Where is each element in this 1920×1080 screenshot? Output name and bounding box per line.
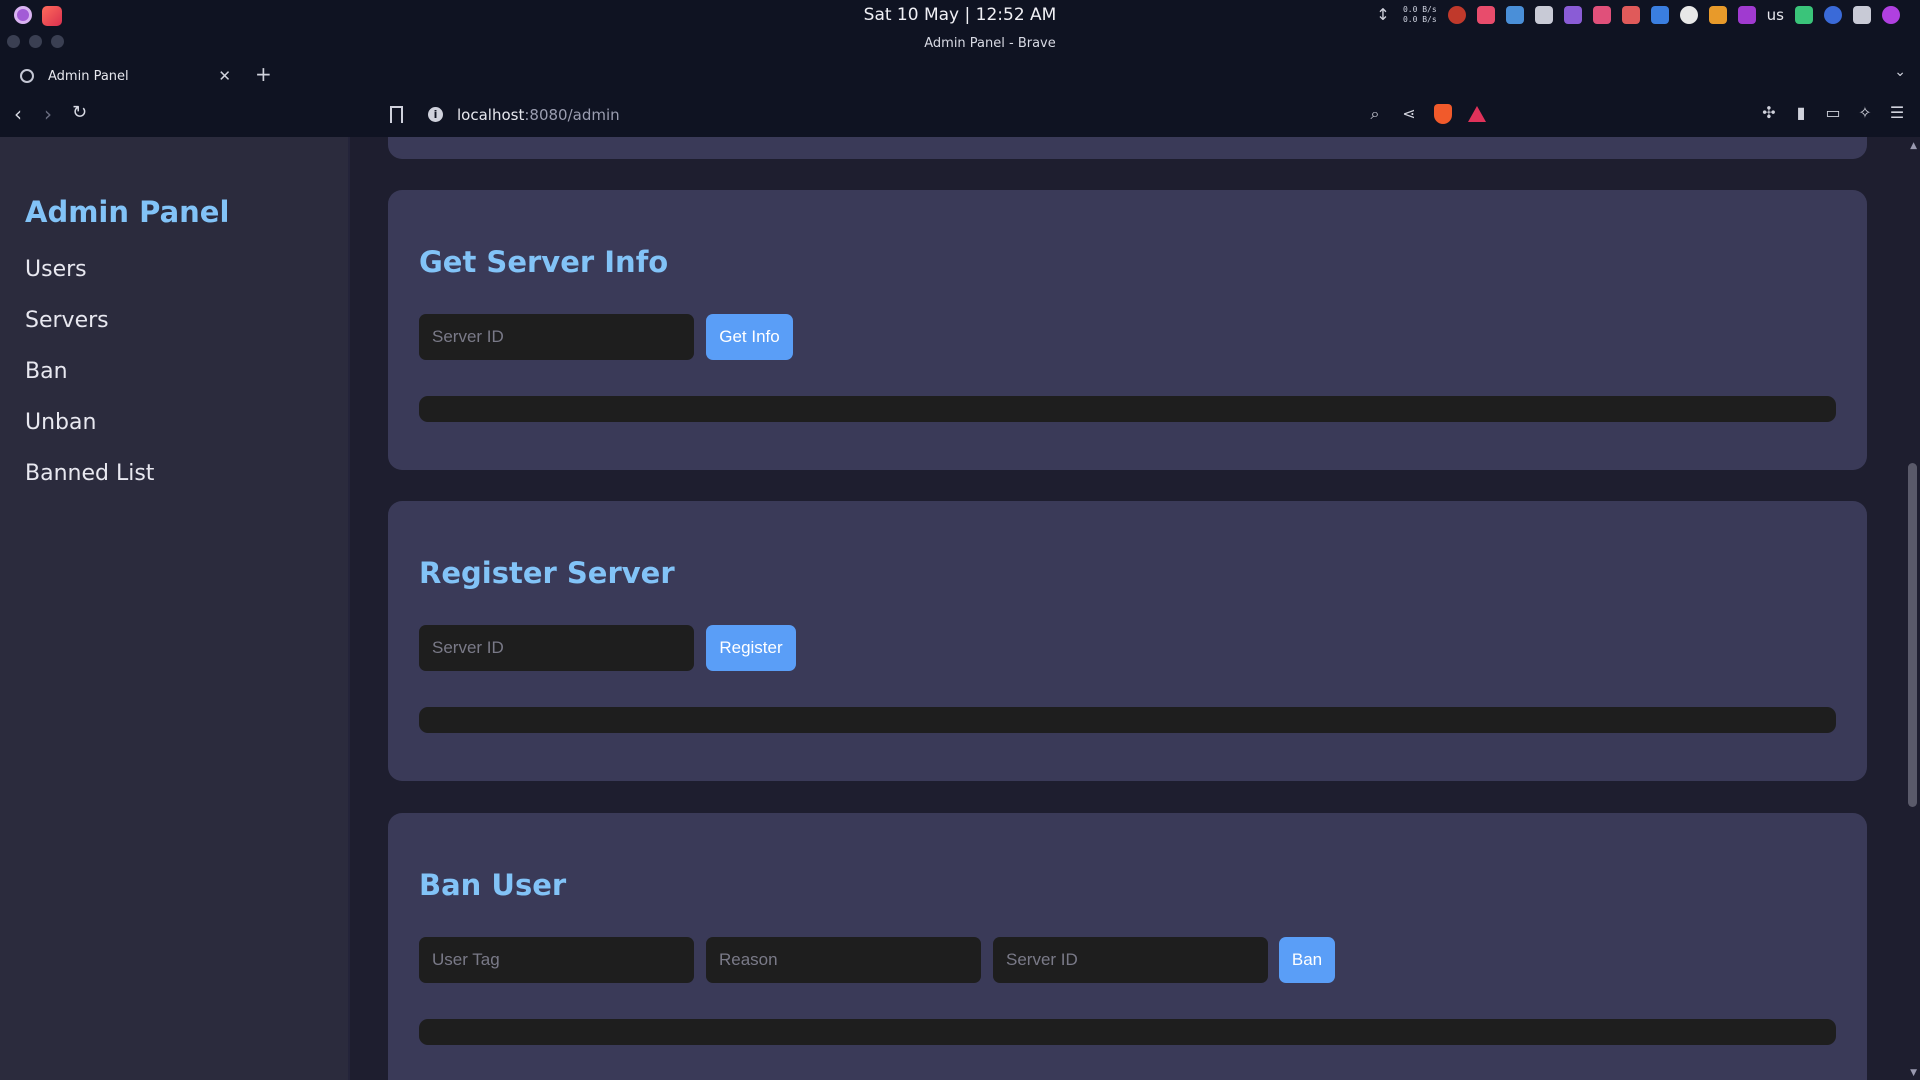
- sidebar-item-ban[interactable]: Ban: [25, 359, 68, 384]
- net-up-speed: 0.0 B/s: [1402, 5, 1437, 14]
- close-icon[interactable]: ✕: [218, 67, 231, 85]
- register-result: [419, 707, 1836, 733]
- page-scrollbar[interactable]: ▲ ▼: [1905, 137, 1920, 1080]
- url-host: localhost: [457, 106, 525, 124]
- network-speed: 0.0 B/s 0.0 B/s: [1403, 5, 1437, 25]
- tray-app-icon[interactable]: [1476, 6, 1495, 24]
- server-id-input[interactable]: [993, 937, 1268, 983]
- wallet-icon[interactable]: ▭: [1824, 104, 1842, 122]
- sidebar-item-servers[interactable]: Servers: [25, 308, 109, 333]
- media-player-icon[interactable]: [1708, 6, 1727, 24]
- sidebar-toggle-icon[interactable]: ▮: [1792, 104, 1810, 122]
- tray-utility-icon[interactable]: [1534, 6, 1553, 24]
- ban-result: [419, 1019, 1836, 1045]
- network-arrows-icon: ↕: [1376, 5, 1390, 24]
- power-icon[interactable]: [1882, 6, 1900, 24]
- window-title: Admin Panel - Brave: [924, 36, 1056, 51]
- url-field[interactable]: localhost:8080/admin: [457, 106, 620, 124]
- bookmark-icon[interactable]: [390, 106, 403, 123]
- card-title: Register Server: [419, 556, 675, 590]
- address-actions: ⌕ ⋖: [1366, 104, 1486, 124]
- zoom-icon[interactable]: ⌕: [1366, 105, 1384, 123]
- main-content: Get Server Info Get Info Register Server…: [350, 137, 1905, 1080]
- reason-input[interactable]: [706, 937, 981, 983]
- card-title: Get Server Info: [419, 245, 669, 279]
- brave-shields-icon[interactable]: [1434, 104, 1452, 124]
- server-info-result: [419, 396, 1836, 422]
- site-info-icon[interactable]: i: [428, 107, 443, 122]
- clipboard-icon[interactable]: [1563, 6, 1582, 24]
- card-get-server-info: Get Server Info Get Info: [388, 190, 1867, 470]
- chevron-down-icon[interactable]: ⌄: [1894, 64, 1906, 80]
- scroll-thumb[interactable]: [1908, 463, 1917, 807]
- new-tab-icon[interactable]: +: [255, 62, 272, 86]
- os-top-bar: Sat 10 May | 12:52 AM ↕ 0.0 B/s 0.0 B/s …: [0, 0, 1920, 32]
- forward-icon[interactable]: ›: [44, 102, 52, 126]
- leo-ai-icon[interactable]: ✧: [1856, 104, 1874, 122]
- pen-icon[interactable]: [1592, 6, 1611, 24]
- server-id-input[interactable]: [419, 314, 694, 360]
- menu-icon[interactable]: ☰: [1888, 104, 1906, 122]
- tab-admin-panel[interactable]: Admin Panel ✕: [8, 58, 243, 94]
- card-ban-user: Ban User Ban: [388, 813, 1867, 1080]
- card-title: Ban User: [419, 868, 567, 902]
- page-viewport: Admin Panel Users Servers Ban Unban Bann…: [0, 137, 1920, 1080]
- brightness-icon[interactable]: [1679, 6, 1698, 24]
- wifi-icon[interactable]: [1795, 6, 1813, 24]
- bluetooth-icon[interactable]: [1650, 6, 1669, 24]
- volume-icon[interactable]: [1621, 6, 1640, 24]
- tab-bar: Admin Panel ✕ + ⌄: [0, 58, 1920, 94]
- previous-card: [388, 137, 1867, 159]
- sidebar-item-users[interactable]: Users: [25, 257, 87, 282]
- share-icon[interactable]: ⋖: [1400, 105, 1418, 123]
- globe-icon: [20, 69, 34, 83]
- telegram-icon[interactable]: [1505, 6, 1524, 24]
- get-info-button[interactable]: Get Info: [706, 314, 793, 360]
- card-register-server: Register Server Register: [388, 501, 1867, 781]
- tray-app2-icon[interactable]: [1737, 6, 1756, 24]
- sidebar-item-banned-list[interactable]: Banned List: [25, 461, 154, 486]
- sidebar-brand: Admin Panel: [25, 195, 230, 229]
- browser-toolbar-actions: ✣ ▮ ▭ ✧ ☰: [1760, 104, 1906, 122]
- ban-button[interactable]: Ban: [1279, 937, 1335, 983]
- back-icon[interactable]: ‹: [14, 102, 22, 126]
- tab-title: Admin Panel: [48, 68, 129, 84]
- scroll-down-icon[interactable]: ▼: [1910, 1068, 1917, 1078]
- user-tag-input[interactable]: [419, 937, 694, 983]
- sidebar-item-unban[interactable]: Unban: [25, 410, 96, 435]
- extensions-icon[interactable]: ✣: [1760, 104, 1778, 122]
- sidebar: Admin Panel Users Servers Ban Unban Bann…: [0, 137, 350, 1080]
- scroll-up-icon[interactable]: ▲: [1910, 141, 1917, 151]
- brave-rewards-icon[interactable]: [1468, 106, 1486, 122]
- system-tray: ↕ 0.0 B/s 0.0 B/s us: [1374, 5, 1900, 25]
- notification-bell-icon[interactable]: [1447, 6, 1466, 24]
- keyboard-layout[interactable]: us: [1767, 6, 1784, 24]
- server-id-input[interactable]: [419, 625, 694, 671]
- register-button[interactable]: Register: [706, 625, 796, 671]
- reload-icon[interactable]: ↻: [72, 102, 87, 123]
- net-down-speed: 0.0 B/s: [1402, 15, 1437, 24]
- url-path: :8080/admin: [524, 106, 620, 124]
- tray-h-icon[interactable]: [1853, 6, 1871, 24]
- address-bar: ‹ › ↻ i localhost:8080/admin ⌕ ⋖ ✣ ▮ ▭ ✧…: [0, 98, 1920, 134]
- update-icon[interactable]: [1824, 6, 1842, 24]
